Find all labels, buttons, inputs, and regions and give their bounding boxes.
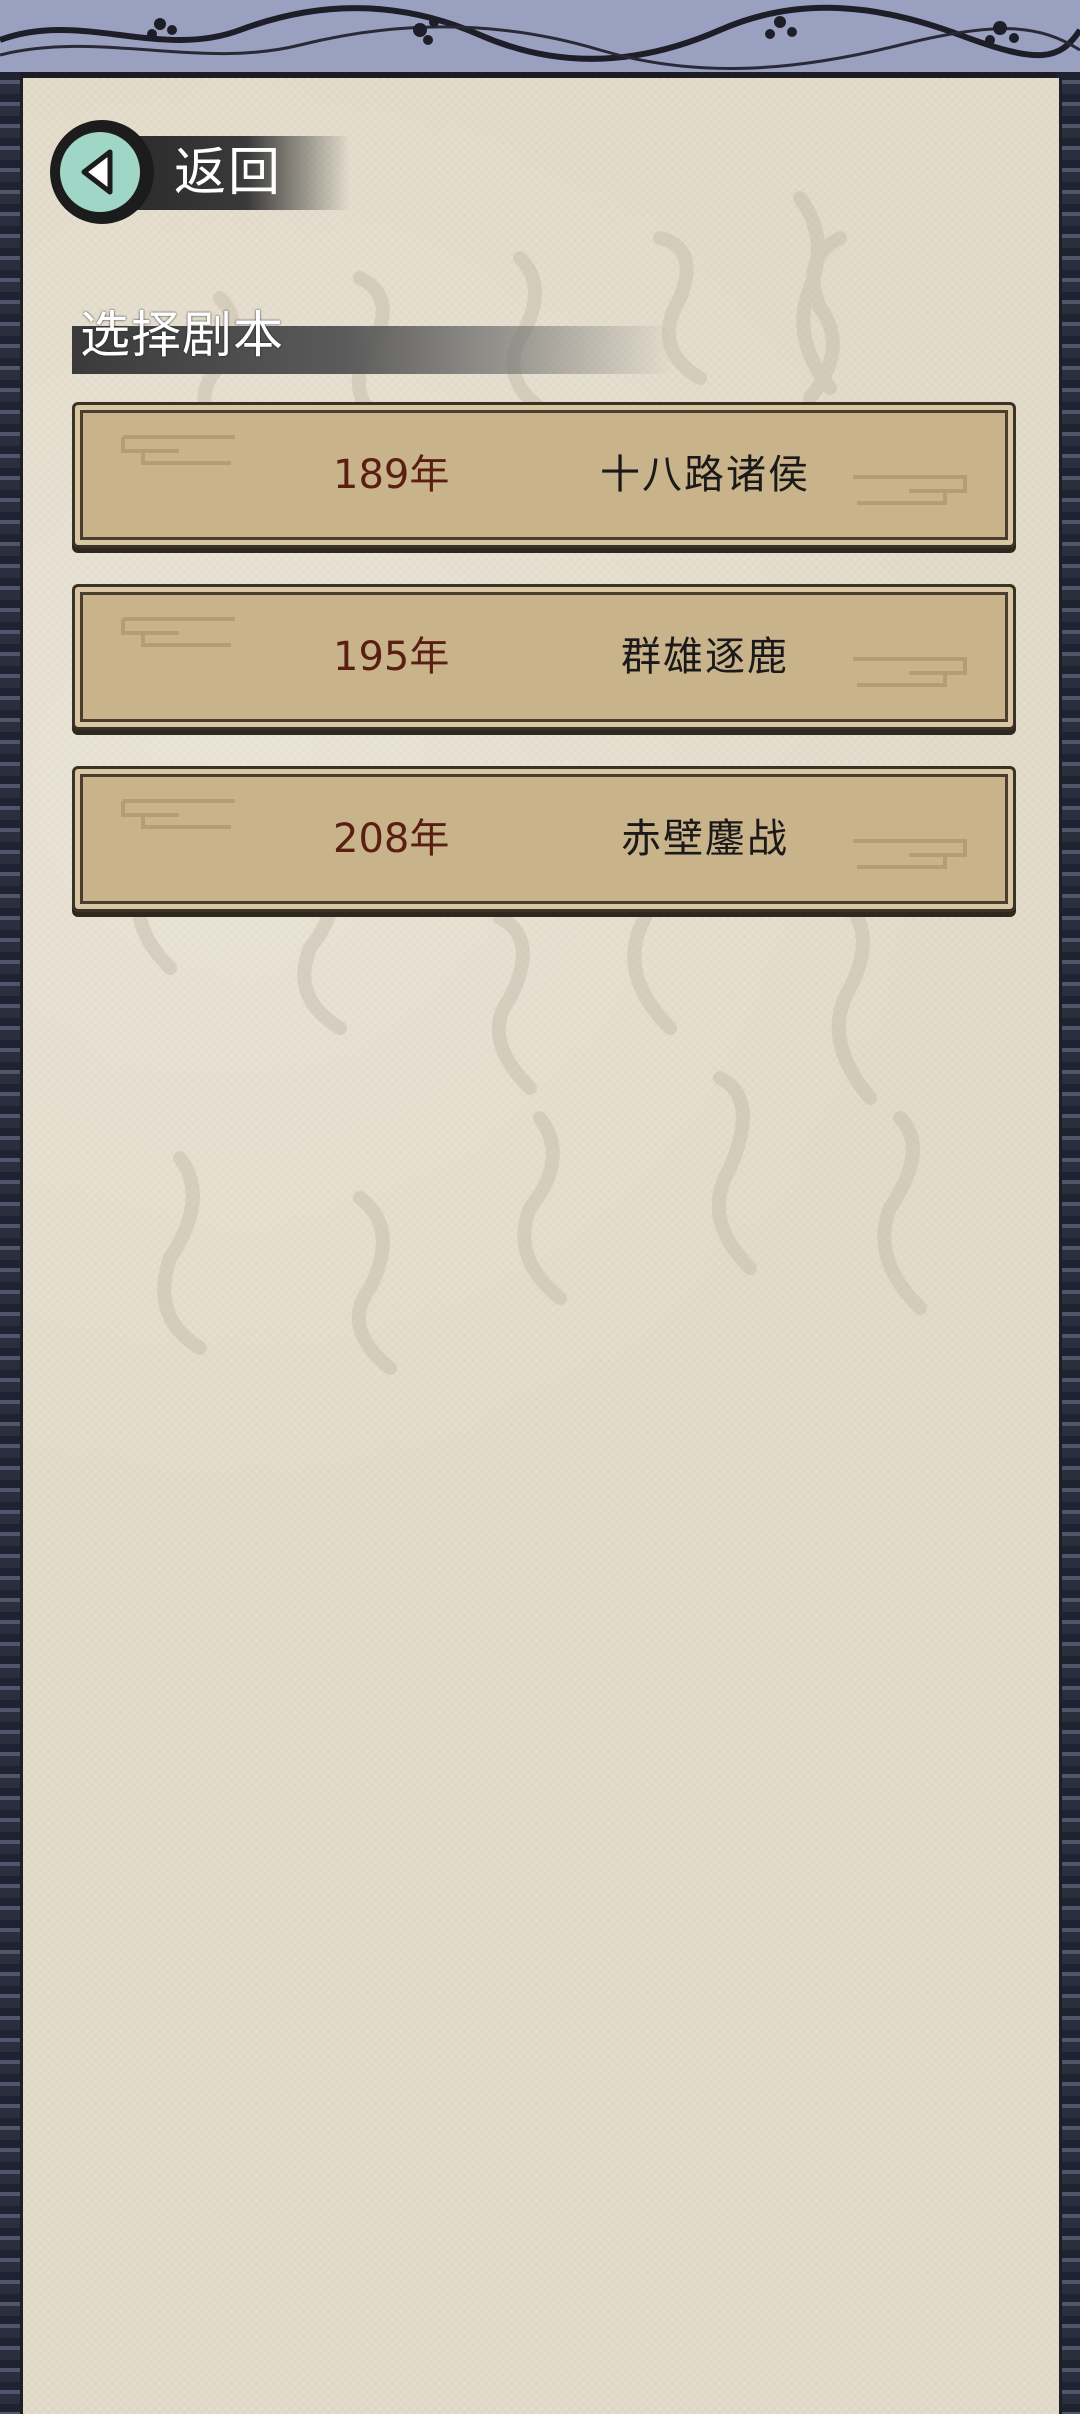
cloud-scroll-icon: [121, 799, 235, 829]
decorative-left-border: [0, 72, 20, 2414]
scenario-name: 十八路诸侯: [600, 452, 810, 498]
back-arrow-icon: [81, 149, 113, 195]
scenario-name: 群雄逐鹿: [621, 634, 789, 680]
section-header: 选择剧本: [72, 300, 672, 374]
cloud-scroll-icon: [121, 617, 235, 647]
scenario-button-208[interactable]: 208年 赤壁鏖战: [72, 766, 1016, 912]
scenario-year: 195年: [333, 634, 450, 680]
section-title: 选择剧本: [80, 306, 284, 364]
back-label: 返回: [174, 143, 283, 203]
scenario-name: 赤壁鏖战: [621, 816, 789, 862]
scenario-button-189[interactable]: 189年 十八路诸侯: [72, 402, 1016, 548]
decorative-top-border: [0, 0, 1080, 78]
cloud-scroll-icon: [853, 475, 967, 505]
back-button[interactable]: 返回: [50, 120, 350, 224]
back-button-circle: [50, 120, 154, 224]
scenario-list: 189年 十八路诸侯 195年 群雄逐鹿 208年 赤壁鏖战: [72, 402, 1016, 948]
scenario-button-195[interactable]: 195年 群雄逐鹿: [72, 584, 1016, 730]
cloud-scroll-icon: [853, 657, 967, 687]
scenario-year: 189年: [333, 452, 450, 498]
game-frame: 返回 选择剧本 189年 十八路诸侯 195年 群雄逐鹿 208年 赤壁鏖战: [0, 0, 1080, 2414]
cloud-scroll-icon: [121, 435, 235, 465]
cloud-scroll-icon: [853, 839, 967, 869]
scenario-year: 208年: [333, 816, 450, 862]
